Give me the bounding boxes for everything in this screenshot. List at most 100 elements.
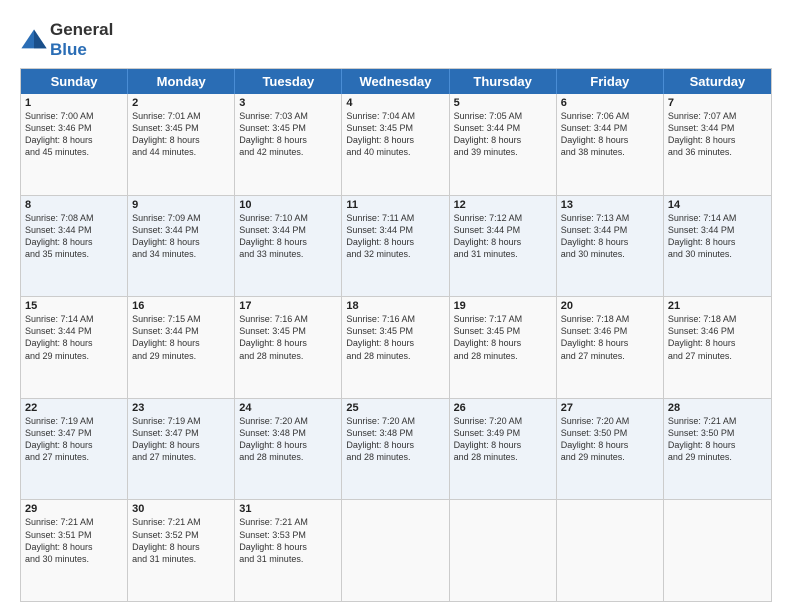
day-header-sunday: Sunday (21, 69, 128, 94)
day-number: 1 (25, 97, 123, 109)
day-number: 6 (561, 97, 659, 109)
day-number: 7 (668, 97, 767, 109)
day-info: Sunrise: 7:11 AMSunset: 3:44 PMDaylight:… (346, 212, 444, 261)
day-number: 30 (132, 503, 230, 515)
calendar-day-empty (342, 500, 449, 601)
day-info: Sunrise: 7:16 AMSunset: 3:45 PMDaylight:… (239, 313, 337, 362)
day-info: Sunrise: 7:14 AMSunset: 3:44 PMDaylight:… (668, 212, 767, 261)
calendar-day-2: 2Sunrise: 7:01 AMSunset: 3:45 PMDaylight… (128, 94, 235, 195)
day-number: 19 (454, 300, 552, 312)
day-info: Sunrise: 7:21 AMSunset: 3:53 PMDaylight:… (239, 516, 337, 565)
calendar-day-5: 5Sunrise: 7:05 AMSunset: 3:44 PMDaylight… (450, 94, 557, 195)
day-number: 11 (346, 199, 444, 211)
day-info: Sunrise: 7:03 AMSunset: 3:45 PMDaylight:… (239, 110, 337, 159)
day-info: Sunrise: 7:04 AMSunset: 3:45 PMDaylight:… (346, 110, 444, 159)
day-header-wednesday: Wednesday (342, 69, 449, 94)
day-info: Sunrise: 7:08 AMSunset: 3:44 PMDaylight:… (25, 212, 123, 261)
calendar-day-4: 4Sunrise: 7:04 AMSunset: 3:45 PMDaylight… (342, 94, 449, 195)
day-info: Sunrise: 7:07 AMSunset: 3:44 PMDaylight:… (668, 110, 767, 159)
calendar-day-19: 19Sunrise: 7:17 AMSunset: 3:45 PMDayligh… (450, 297, 557, 398)
calendar-day-26: 26Sunrise: 7:20 AMSunset: 3:49 PMDayligh… (450, 399, 557, 500)
calendar-day-29: 29Sunrise: 7:21 AMSunset: 3:51 PMDayligh… (21, 500, 128, 601)
calendar-day-9: 9Sunrise: 7:09 AMSunset: 3:44 PMDaylight… (128, 196, 235, 297)
day-number: 14 (668, 199, 767, 211)
day-number: 26 (454, 402, 552, 414)
day-header-tuesday: Tuesday (235, 69, 342, 94)
calendar-week-4: 22Sunrise: 7:19 AMSunset: 3:47 PMDayligh… (21, 398, 771, 500)
day-info: Sunrise: 7:01 AMSunset: 3:45 PMDaylight:… (132, 110, 230, 159)
day-info: Sunrise: 7:15 AMSunset: 3:44 PMDaylight:… (132, 313, 230, 362)
day-number: 16 (132, 300, 230, 312)
day-info: Sunrise: 7:16 AMSunset: 3:45 PMDaylight:… (346, 313, 444, 362)
calendar-day-10: 10Sunrise: 7:10 AMSunset: 3:44 PMDayligh… (235, 196, 342, 297)
calendar-day-16: 16Sunrise: 7:15 AMSunset: 3:44 PMDayligh… (128, 297, 235, 398)
day-number: 28 (668, 402, 767, 414)
calendar-body: 1Sunrise: 7:00 AMSunset: 3:46 PMDaylight… (21, 94, 771, 601)
day-number: 27 (561, 402, 659, 414)
calendar-week-2: 8Sunrise: 7:08 AMSunset: 3:44 PMDaylight… (21, 195, 771, 297)
day-info: Sunrise: 7:00 AMSunset: 3:46 PMDaylight:… (25, 110, 123, 159)
logo-text: General Blue (50, 20, 113, 60)
calendar-day-23: 23Sunrise: 7:19 AMSunset: 3:47 PMDayligh… (128, 399, 235, 500)
day-info: Sunrise: 7:21 AMSunset: 3:50 PMDaylight:… (668, 415, 767, 464)
calendar-day-27: 27Sunrise: 7:20 AMSunset: 3:50 PMDayligh… (557, 399, 664, 500)
day-info: Sunrise: 7:20 AMSunset: 3:49 PMDaylight:… (454, 415, 552, 464)
logo: General Blue (20, 20, 113, 60)
calendar-week-5: 29Sunrise: 7:21 AMSunset: 3:51 PMDayligh… (21, 499, 771, 601)
calendar-day-1: 1Sunrise: 7:00 AMSunset: 3:46 PMDaylight… (21, 94, 128, 195)
calendar-day-3: 3Sunrise: 7:03 AMSunset: 3:45 PMDaylight… (235, 94, 342, 195)
day-number: 25 (346, 402, 444, 414)
day-info: Sunrise: 7:20 AMSunset: 3:50 PMDaylight:… (561, 415, 659, 464)
page: General Blue SundayMondayTuesdayWednesda… (0, 0, 792, 612)
day-info: Sunrise: 7:18 AMSunset: 3:46 PMDaylight:… (561, 313, 659, 362)
calendar-day-24: 24Sunrise: 7:20 AMSunset: 3:48 PMDayligh… (235, 399, 342, 500)
calendar-day-15: 15Sunrise: 7:14 AMSunset: 3:44 PMDayligh… (21, 297, 128, 398)
day-number: 20 (561, 300, 659, 312)
day-number: 3 (239, 97, 337, 109)
calendar-week-1: 1Sunrise: 7:00 AMSunset: 3:46 PMDaylight… (21, 94, 771, 195)
day-header-friday: Friday (557, 69, 664, 94)
day-info: Sunrise: 7:06 AMSunset: 3:44 PMDaylight:… (561, 110, 659, 159)
calendar-day-8: 8Sunrise: 7:08 AMSunset: 3:44 PMDaylight… (21, 196, 128, 297)
day-number: 31 (239, 503, 337, 515)
day-number: 24 (239, 402, 337, 414)
calendar-header: SundayMondayTuesdayWednesdayThursdayFrid… (21, 69, 771, 94)
day-number: 22 (25, 402, 123, 414)
day-number: 12 (454, 199, 552, 211)
day-info: Sunrise: 7:10 AMSunset: 3:44 PMDaylight:… (239, 212, 337, 261)
calendar-day-21: 21Sunrise: 7:18 AMSunset: 3:46 PMDayligh… (664, 297, 771, 398)
day-info: Sunrise: 7:20 AMSunset: 3:48 PMDaylight:… (346, 415, 444, 464)
day-info: Sunrise: 7:17 AMSunset: 3:45 PMDaylight:… (454, 313, 552, 362)
logo-icon (20, 26, 48, 54)
day-info: Sunrise: 7:21 AMSunset: 3:52 PMDaylight:… (132, 516, 230, 565)
day-info: Sunrise: 7:19 AMSunset: 3:47 PMDaylight:… (132, 415, 230, 464)
calendar-day-30: 30Sunrise: 7:21 AMSunset: 3:52 PMDayligh… (128, 500, 235, 601)
day-number: 21 (668, 300, 767, 312)
day-info: Sunrise: 7:18 AMSunset: 3:46 PMDaylight:… (668, 313, 767, 362)
calendar-day-18: 18Sunrise: 7:16 AMSunset: 3:45 PMDayligh… (342, 297, 449, 398)
day-number: 8 (25, 199, 123, 211)
day-info: Sunrise: 7:05 AMSunset: 3:44 PMDaylight:… (454, 110, 552, 159)
day-header-saturday: Saturday (664, 69, 771, 94)
day-number: 4 (346, 97, 444, 109)
calendar-day-empty (557, 500, 664, 601)
calendar-day-28: 28Sunrise: 7:21 AMSunset: 3:50 PMDayligh… (664, 399, 771, 500)
day-number: 29 (25, 503, 123, 515)
day-info: Sunrise: 7:12 AMSunset: 3:44 PMDaylight:… (454, 212, 552, 261)
day-number: 23 (132, 402, 230, 414)
calendar-day-14: 14Sunrise: 7:14 AMSunset: 3:44 PMDayligh… (664, 196, 771, 297)
calendar-day-12: 12Sunrise: 7:12 AMSunset: 3:44 PMDayligh… (450, 196, 557, 297)
day-info: Sunrise: 7:21 AMSunset: 3:51 PMDaylight:… (25, 516, 123, 565)
day-number: 17 (239, 300, 337, 312)
day-info: Sunrise: 7:20 AMSunset: 3:48 PMDaylight:… (239, 415, 337, 464)
calendar-week-3: 15Sunrise: 7:14 AMSunset: 3:44 PMDayligh… (21, 296, 771, 398)
calendar-day-31: 31Sunrise: 7:21 AMSunset: 3:53 PMDayligh… (235, 500, 342, 601)
day-header-thursday: Thursday (450, 69, 557, 94)
calendar-day-empty (450, 500, 557, 601)
day-info: Sunrise: 7:19 AMSunset: 3:47 PMDaylight:… (25, 415, 123, 464)
calendar-day-7: 7Sunrise: 7:07 AMSunset: 3:44 PMDaylight… (664, 94, 771, 195)
calendar-day-6: 6Sunrise: 7:06 AMSunset: 3:44 PMDaylight… (557, 94, 664, 195)
calendar-day-22: 22Sunrise: 7:19 AMSunset: 3:47 PMDayligh… (21, 399, 128, 500)
day-info: Sunrise: 7:13 AMSunset: 3:44 PMDaylight:… (561, 212, 659, 261)
calendar-day-20: 20Sunrise: 7:18 AMSunset: 3:46 PMDayligh… (557, 297, 664, 398)
